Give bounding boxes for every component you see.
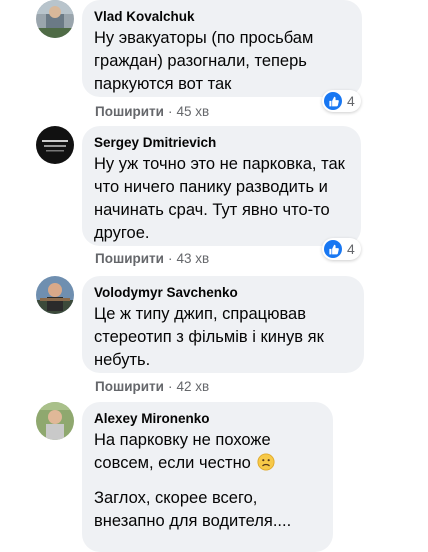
comment-author[interactable]: Vlad Kovalchuk bbox=[94, 8, 349, 26]
like-icon bbox=[324, 240, 342, 258]
separator-dot: · bbox=[167, 379, 173, 394]
share-link[interactable]: Поширити bbox=[95, 251, 164, 266]
reaction-badge[interactable]: 4 bbox=[322, 90, 361, 112]
like-icon bbox=[324, 92, 342, 110]
reaction-count: 4 bbox=[347, 93, 355, 109]
comment-paragraph: Заглох, скорее всего, внезапно для водит… bbox=[94, 489, 292, 530]
comment-bubble[interactable]: Vlad Kovalchuk Ну эвакуаторы (по просьба… bbox=[82, 0, 362, 97]
avatar[interactable] bbox=[36, 402, 74, 440]
comment-text: На парковку не похоже совсем, если честн… bbox=[94, 429, 320, 533]
comment-meta: Поширити · 45 хв bbox=[95, 103, 209, 121]
share-link[interactable]: Поширити bbox=[95, 379, 164, 394]
avatar[interactable] bbox=[36, 0, 74, 38]
comment-author[interactable]: Alexey Mironenko bbox=[94, 410, 320, 428]
separator-dot: · bbox=[167, 104, 173, 119]
timestamp[interactable]: 43 хв bbox=[176, 251, 209, 266]
separator-dot: · bbox=[167, 251, 173, 266]
comment-text: Ну эвакуаторы (по просьбам граждан) разо… bbox=[94, 29, 314, 93]
timestamp[interactable]: 45 хв bbox=[176, 104, 209, 119]
comment-paragraph: На парковку не похоже совсем, если честн… bbox=[94, 429, 320, 475]
comment-meta: Поширити · 42 хв bbox=[95, 378, 209, 396]
comment-text: Це ж типу джип, спрацював стереотип з фі… bbox=[94, 305, 324, 369]
comment-author[interactable]: Sergey Dmitrievich bbox=[94, 134, 348, 152]
comment-author[interactable]: Volodymyr Savchenko bbox=[94, 284, 351, 302]
comment-text: Ну уж точно это не парковка, так что нич… bbox=[94, 155, 345, 242]
avatar[interactable] bbox=[36, 276, 74, 314]
comment-bubble[interactable]: Volodymyr Savchenko Це ж типу джип, спра… bbox=[82, 276, 364, 373]
slightly-frowning-face-icon bbox=[257, 453, 276, 471]
reaction-count: 4 bbox=[347, 241, 355, 257]
comment-meta: Поширити · 43 хв bbox=[95, 250, 209, 268]
share-link[interactable]: Поширити bbox=[95, 104, 164, 119]
timestamp[interactable]: 42 хв bbox=[176, 379, 209, 394]
comment-bubble[interactable]: Sergey Dmitrievich Ну уж точно это не па… bbox=[82, 126, 361, 246]
comment-bubble[interactable]: Alexey Mironenko На парковку не похоже с… bbox=[82, 402, 333, 552]
reaction-badge[interactable]: 4 bbox=[322, 238, 361, 260]
comment-paragraph-text: На парковку не похоже совсем, если честн… bbox=[94, 431, 271, 472]
avatar[interactable] bbox=[36, 126, 74, 164]
